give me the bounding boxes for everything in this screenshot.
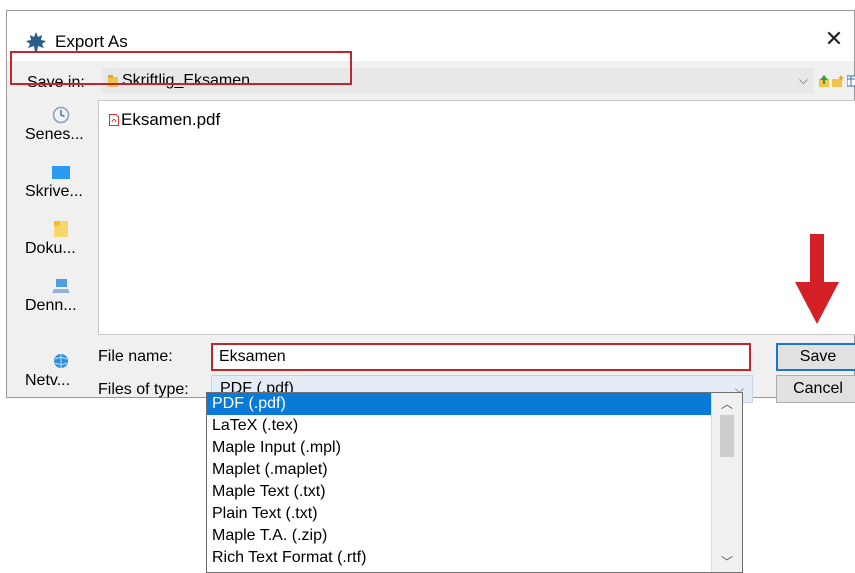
file-type-option[interactable]: PDF (.pdf) (207, 393, 712, 415)
file-type-option[interactable]: Rich Text Format (.rtf) (207, 547, 712, 569)
network-icon (54, 354, 68, 368)
chevron-down-icon[interactable]: ⌵ (799, 73, 808, 88)
file-name-input[interactable] (211, 343, 751, 371)
file-type-option[interactable]: LaTeX (.tex) (207, 415, 712, 437)
this-pc-icon (52, 279, 70, 293)
place-label: Senes... (25, 126, 84, 143)
file-type-option[interactable]: Maplet (.maplet) (207, 459, 712, 481)
file-name-label: File name: (98, 348, 173, 365)
file-list[interactable]: Eksamen.pdf (98, 100, 855, 335)
place-label: Denn... (25, 297, 77, 314)
dropdown-scrollbar[interactable]: ︿ ﹀ (711, 393, 742, 572)
pdf-file-icon (109, 114, 119, 126)
red-down-arrow-icon (795, 234, 839, 324)
close-button[interactable]: ✕ (822, 27, 846, 51)
file-type-option[interactable]: Plain Text (.txt) (207, 503, 712, 525)
new-folder-icon[interactable] (832, 75, 844, 87)
desktop-icon (52, 166, 70, 179)
scroll-down-icon[interactable]: ﹀ (712, 553, 742, 570)
file-type-option[interactable]: Maple Text (.txt) (207, 481, 712, 503)
file-type-option[interactable]: Maple T.A. (.zip) (207, 525, 712, 547)
place-desktop[interactable]: Skrive... (23, 163, 101, 219)
documents-icon (54, 221, 68, 237)
scroll-up-icon[interactable]: ︿ (712, 395, 742, 412)
cancel-button[interactable]: Cancel (776, 375, 855, 403)
export-dialog: Export As ✕ Save in: Skriftlig_Eksamen ⌵ (6, 10, 855, 403)
place-label: Skrive... (25, 183, 83, 200)
file-item[interactable]: Eksamen.pdf (109, 110, 220, 130)
scrollbar-thumb[interactable] (720, 415, 734, 457)
title-bar[interactable]: Export As ✕ (7, 11, 854, 61)
recent-icon (52, 106, 70, 124)
file-type-label: Files of type: (98, 381, 189, 398)
navigation-toolbar (819, 73, 855, 89)
place-documents[interactable]: Doku... (23, 220, 101, 276)
file-type-dropdown-list[interactable]: PDF (.pdf) LaTeX (.tex) Maple Input (.mp… (206, 392, 743, 573)
file-type-option[interactable]: Maple Input (.mpl) (207, 437, 712, 459)
view-menu-icon[interactable] (847, 75, 855, 87)
save-in-combobox[interactable]: Skriftlig_Eksamen ⌵ (102, 68, 814, 94)
save-button[interactable]: Save (776, 343, 855, 371)
dialog-title: Export As (55, 32, 128, 51)
place-this-pc[interactable]: Denn... (23, 277, 101, 333)
file-name: Eksamen.pdf (121, 110, 221, 129)
place-label: Netv... (25, 372, 71, 389)
place-network[interactable]: Netv... (23, 352, 101, 408)
up-folder-icon[interactable] (819, 75, 829, 87)
place-label: Doku... (25, 240, 76, 257)
place-recent[interactable]: Senes... (23, 106, 101, 162)
save-in-label: Save in: (27, 74, 85, 91)
folder-icon (108, 75, 118, 87)
save-in-value: Skriftlig_Eksamen (122, 72, 251, 89)
maple-leaf-icon (26, 32, 46, 52)
